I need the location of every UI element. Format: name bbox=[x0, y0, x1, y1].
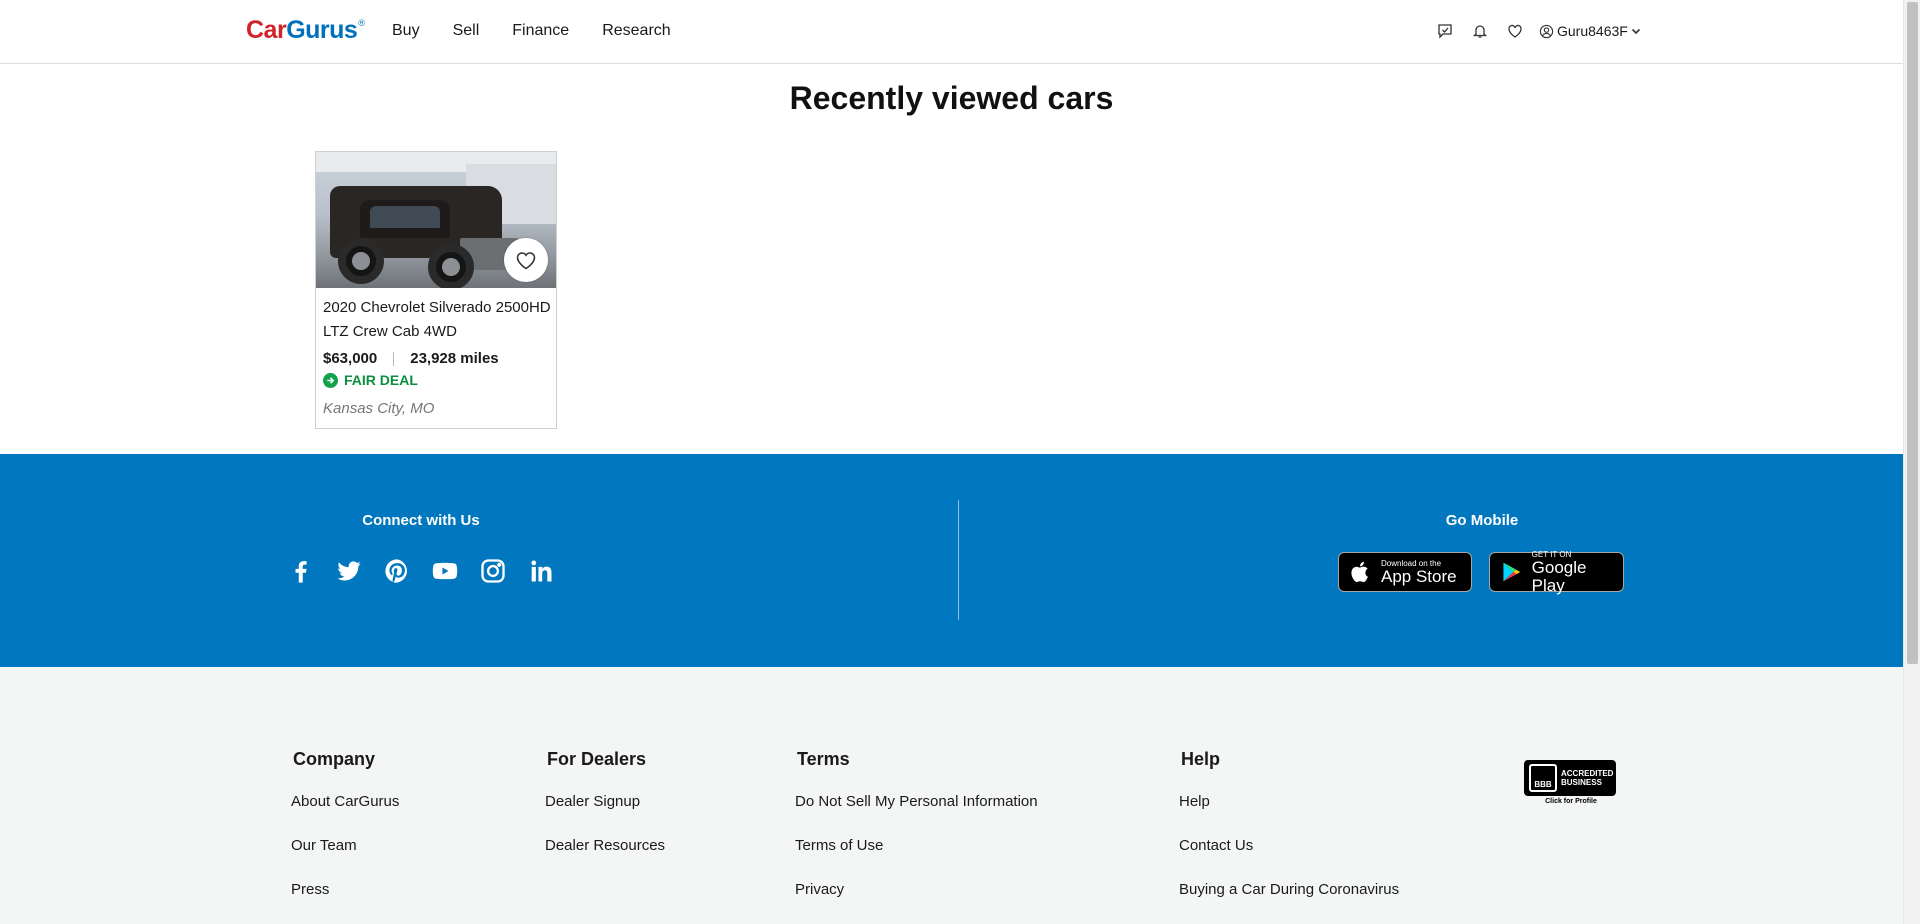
social-links bbox=[286, 556, 574, 586]
footer-dealers-column: For Dealers Dealer Signup Dealer Resourc… bbox=[545, 749, 665, 880]
chevron-down-icon bbox=[1631, 28, 1640, 35]
footer-link-press[interactable]: Press bbox=[291, 880, 399, 924]
scrollbar-thumb[interactable] bbox=[1907, 2, 1918, 664]
google-play-icon bbox=[1503, 562, 1521, 582]
cargurus-logo[interactable]: Car Gurus ® bbox=[246, 16, 365, 45]
twitter-icon[interactable] bbox=[334, 556, 364, 586]
vehicle-photo[interactable] bbox=[316, 152, 556, 288]
google-play-big-text: Google Play bbox=[1531, 557, 1587, 595]
footer-link-buying-during-coronavirus[interactable]: Buying a Car During Coronavirus bbox=[1179, 880, 1399, 924]
footer-terms-column: Terms Do Not Sell My Personal Informatio… bbox=[795, 749, 1038, 924]
site-header: Car Gurus ® Buy Sell Finance Research Guru… bbox=[0, 0, 1903, 64]
connect-section: Connect with Us Go Mobile Download on th… bbox=[0, 454, 1903, 667]
photo-wheel bbox=[338, 238, 384, 284]
logo-registered-mark: ® bbox=[358, 18, 365, 28]
nav-finance[interactable]: Finance bbox=[512, 22, 569, 40]
meta-divider bbox=[393, 351, 395, 366]
apple-icon bbox=[1351, 561, 1368, 583]
footer-link-our-team[interactable]: Our Team bbox=[291, 836, 399, 880]
footer-heading-dealers: For Dealers bbox=[547, 749, 647, 769]
footer-heading-help: Help bbox=[1181, 749, 1221, 769]
bbb-click-for-profile: Click for Profile bbox=[1545, 798, 1597, 805]
footer-link-about[interactable]: About CarGurus bbox=[291, 792, 399, 836]
logo-car-text: Car bbox=[246, 16, 287, 44]
footer-link-terms-of-use[interactable]: Terms of Use bbox=[795, 836, 1038, 880]
deal-rating: FAIR DEAL bbox=[323, 372, 418, 388]
go-mobile-title: Go Mobile bbox=[1445, 512, 1519, 529]
google-play-badge[interactable]: GET IT ON Google Play bbox=[1489, 550, 1624, 595]
vehicle-card[interactable]: 2020 Chevrolet Silverado 2500HD LTZ Crew… bbox=[315, 151, 557, 429]
bbb-badge-box: BBB ACCREDITED BUSINESS bbox=[1524, 760, 1616, 796]
vehicle-meta: $63,000 23,928 miles bbox=[323, 350, 499, 367]
footer-link-help[interactable]: Help bbox=[1179, 792, 1399, 836]
main-nav: Buy Sell Finance Research bbox=[392, 22, 704, 40]
bbb-accredited-line1: ACCREDITED bbox=[1561, 769, 1614, 778]
footer-heading-terms: Terms bbox=[797, 749, 850, 769]
deal-label: FAIR DEAL bbox=[344, 372, 418, 388]
site-footer: Company About CarGurus Our Team Press Fo… bbox=[0, 667, 1903, 924]
footer-link-contact-us[interactable]: Contact Us bbox=[1179, 836, 1399, 880]
bbb-seal-icon: BBB bbox=[1529, 764, 1557, 792]
page-scrollbar[interactable] bbox=[1903, 0, 1920, 924]
footer-heading-company: Company bbox=[293, 749, 376, 769]
bbb-accredited-badge[interactable]: BBB ACCREDITED BUSINESS Click for Profil… bbox=[1524, 760, 1618, 808]
heart-icon bbox=[516, 252, 536, 270]
nav-buy[interactable]: Buy bbox=[392, 22, 420, 40]
saved-heart-icon[interactable] bbox=[1506, 22, 1524, 40]
deal-arrow-icon bbox=[323, 372, 338, 388]
footer-company-column: Company About CarGurus Our Team Press bbox=[291, 749, 399, 924]
app-store-badge[interactable]: Download on the App Store bbox=[1338, 552, 1472, 592]
page-title: Recently viewed cars bbox=[789, 80, 1114, 116]
youtube-icon[interactable] bbox=[430, 556, 460, 586]
logo-gurus-text: Gurus bbox=[286, 16, 358, 44]
bbb-accredited-text: ACCREDITED BUSINESS bbox=[1561, 769, 1613, 787]
footer-link-dealer-signup[interactable]: Dealer Signup bbox=[545, 792, 665, 836]
app-store-big-text: App Store bbox=[1381, 566, 1457, 586]
vehicle-price: $63,000 bbox=[323, 350, 378, 367]
username-label: Guru8463F bbox=[1557, 23, 1628, 39]
section-divider bbox=[958, 500, 959, 620]
notifications-bell-icon[interactable] bbox=[1471, 22, 1489, 40]
pinterest-icon[interactable] bbox=[382, 556, 412, 586]
footer-link-privacy[interactable]: Privacy bbox=[795, 880, 1038, 924]
instagram-icon[interactable] bbox=[478, 556, 508, 586]
nav-research[interactable]: Research bbox=[602, 22, 670, 40]
nav-sell[interactable]: Sell bbox=[453, 22, 480, 40]
user-menu[interactable]: Guru8463F bbox=[1539, 23, 1645, 39]
messages-icon[interactable] bbox=[1436, 22, 1454, 40]
bbb-accredited-line2: BUSINESS bbox=[1561, 778, 1602, 787]
linkedin-icon[interactable] bbox=[526, 556, 556, 586]
vehicle-location: Kansas City, MO bbox=[323, 400, 435, 417]
photo-truck-window bbox=[370, 206, 440, 228]
vehicle-mileage: 23,928 miles bbox=[410, 350, 499, 367]
save-favorite-button[interactable] bbox=[504, 238, 548, 282]
footer-link-do-not-sell[interactable]: Do Not Sell My Personal Information bbox=[795, 792, 1038, 836]
vehicle-title[interactable]: 2020 Chevrolet Silverado 2500HD LTZ Crew… bbox=[323, 296, 551, 344]
facebook-icon[interactable] bbox=[286, 556, 316, 586]
connect-title: Connect with Us bbox=[362, 512, 480, 529]
footer-link-dealer-resources[interactable]: Dealer Resources bbox=[545, 836, 665, 880]
header-actions: Guru8463F bbox=[1436, 22, 1645, 40]
photo-wheel bbox=[428, 244, 474, 288]
user-avatar-icon bbox=[1539, 24, 1554, 38]
footer-help-column: Help Help Contact Us Buying a Car During… bbox=[1179, 749, 1399, 924]
